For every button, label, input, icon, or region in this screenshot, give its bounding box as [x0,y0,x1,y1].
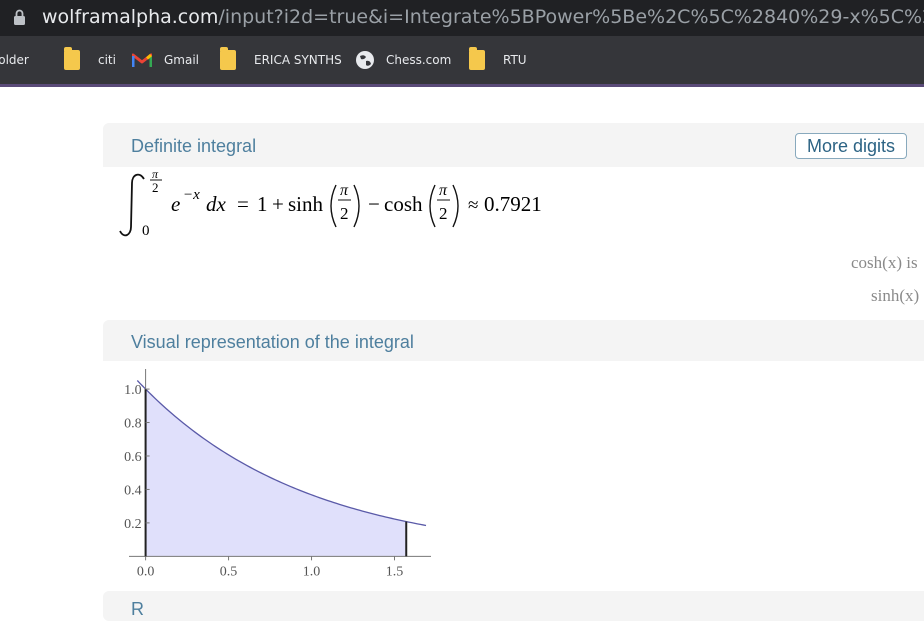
y-tick-label: 0.2 [124,517,142,532]
integrand-base: e [171,192,180,216]
visual-representation-pod: Visual representation of the integral 0.… [103,320,924,590]
cosh-note: cosh(x) is [851,253,918,272]
x-tick-label: 0.5 [220,564,238,579]
integral-sign-icon [119,173,145,237]
bookmark-chess[interactable]: Chess.com [355,48,451,72]
bookmark-label: ERICA SYNTHS [254,53,342,67]
pod-title: Definite integral [131,136,257,156]
definite-integral-pod: Definite integral More digits π 2 0 e −x… [103,123,924,319]
y-tick-label: 1.0 [124,383,142,398]
y-tick-label: 0.4 [124,483,142,498]
integral-formula: π 2 0 e −x dx = 1 + sinh π 2 − cosh π 2 … [119,167,542,239]
url-host: wolframalpha.com [42,6,219,28]
integral-plot: 0.0 0.5 1.0 1.5 0.2 0.4 0.6 0.8 1.0 [124,369,431,579]
pod-title: Visual representation of the integral [131,332,414,352]
sinh-arg-den: 2 [340,204,349,223]
pod-body: 0.0 0.5 1.0 1.5 0.2 0.4 0.6 0.8 1.0 [103,361,924,590]
folder-icon [220,47,236,70]
lower-limit: 0 [142,223,150,239]
cosh-arg-num: π [439,182,448,199]
page-content: Definite integral More digits π 2 0 e −x… [0,87,924,621]
differential: dx [206,192,227,216]
folder-icon [469,47,485,70]
approx-sign: ≈ [468,195,478,216]
cosh-function: cosh [384,192,423,216]
sinh-function: sinh [288,192,324,216]
shaded-area [145,389,407,557]
term-one: 1 [257,192,268,216]
plus-sign: + [272,192,284,216]
minus-sign: − [368,192,380,216]
y-tick-label: 0.8 [124,417,142,432]
sinh-note: sinh(x) [871,286,920,305]
more-digits-button[interactable]: More digits [794,133,907,159]
bookmark-label: RTU [503,53,527,67]
integrand-exponent: −x [183,187,200,203]
upper-limit-num: π [152,167,159,181]
equals-sign: = [237,192,249,216]
bookmark-label: Chess.com [386,53,452,67]
bookmarks-bar: folder citi Gmail ERICA SYNTHS Chess.com… [0,36,924,84]
globe-icon [356,51,374,69]
cosh-arg-den: 2 [439,204,448,223]
result-value: 0.7921 [484,192,542,216]
pod-title: R [131,599,144,619]
y-tick-label: 0.6 [124,450,142,465]
bookmark-gmail[interactable]: Gmail [132,48,199,72]
bookmark-folder[interactable]: folder [0,48,29,72]
sinh-arg-num: π [340,182,349,199]
bookmark-label: citi [98,53,116,67]
folder-icon [64,47,80,70]
gmail-icon [132,53,152,67]
pod-body: π 2 0 e −x dx = 1 + sinh π 2 − cosh π 2 … [103,167,924,319]
next-pod: R [103,591,924,621]
x-tick-label: 0.0 [137,564,155,579]
upper-limit-den: 2 [152,180,159,195]
url-text[interactable]: wolframalpha.com/input?i2d=true&i=Integr… [42,3,924,31]
lock-icon [14,9,25,25]
bookmark-rtu[interactable]: RTU [469,47,527,72]
x-tick-label: 1.0 [303,564,321,579]
address-bar[interactable]: wolframalpha.com/input?i2d=true&i=Integr… [0,0,924,36]
bookmark-erica-synths[interactable]: ERICA SYNTHS [220,47,342,72]
url-path: /input?i2d=true&i=Integrate%5BPower%5Be%… [218,6,924,28]
bookmark-label: folder [0,53,29,67]
x-tick-label: 1.5 [386,564,404,579]
bookmark-label: Gmail [164,53,200,67]
bookmark-citi[interactable]: citi [64,47,116,72]
